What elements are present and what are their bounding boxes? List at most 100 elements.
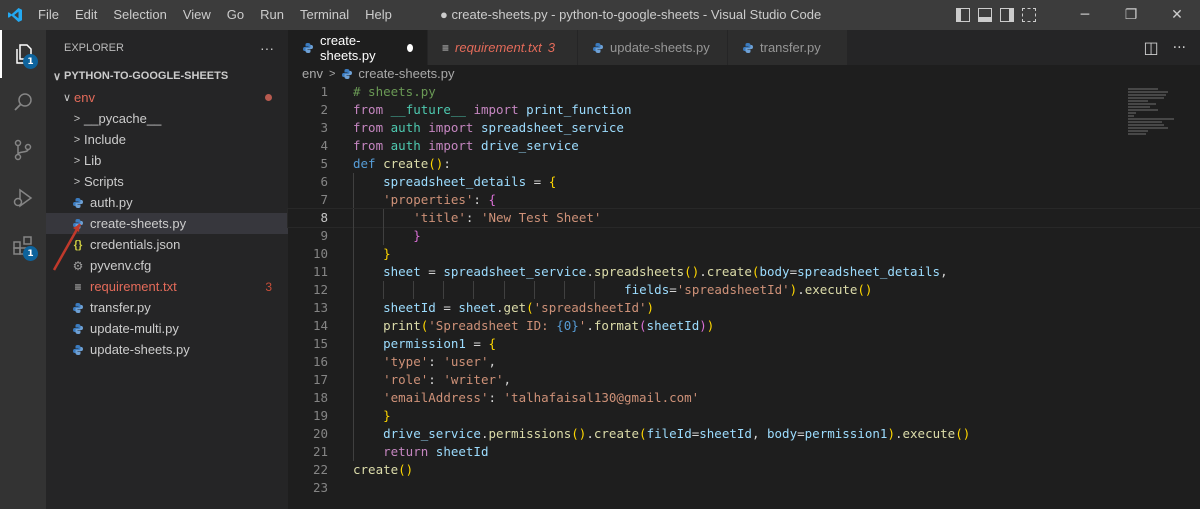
code-line[interactable]: 22 create() [288, 461, 1200, 479]
tree-item[interactable]: auth.py [46, 192, 288, 213]
tree-item[interactable]: update-multi.py [46, 318, 288, 339]
code-line[interactable]: 16 'type': 'user', [288, 353, 1200, 371]
code-line[interactable]: 1 # sheets.py [288, 83, 1200, 101]
line-number: 11 [312, 264, 328, 279]
tree-item[interactable]: > Scripts [46, 171, 288, 192]
menu-file[interactable]: File [30, 0, 67, 30]
toggle-panel-icon[interactable] [978, 8, 992, 22]
code-line[interactable]: 4 from auth import drive_service [288, 137, 1200, 155]
code-token: 'New Test Sheet' [480, 210, 602, 225]
tab-requirement-txt[interactable]: ≡ requirement.txt 3 [428, 30, 578, 65]
problems-count: 3 [265, 279, 272, 294]
code-line[interactable]: 21 return sheetId [288, 443, 1200, 461]
more-actions-icon[interactable]: ··· [1173, 40, 1186, 56]
menu-help[interactable]: Help [357, 0, 400, 30]
tree-item[interactable]: > __pycache__ [46, 108, 288, 129]
code-line[interactable]: 17 'role': 'writer', [288, 371, 1200, 389]
line-number: 7 [320, 192, 328, 207]
minimap-line [1128, 127, 1168, 129]
line-number: 3 [320, 120, 328, 135]
toggle-primary-sidebar-icon[interactable] [956, 8, 970, 22]
menu-go[interactable]: Go [219, 0, 252, 30]
toggle-secondary-sidebar-icon[interactable] [1000, 8, 1014, 22]
code-token: auth [390, 138, 421, 153]
window-title: ● create-sheets.py - python-to-google-sh… [440, 7, 822, 22]
indent-guide [353, 263, 354, 281]
tree-item[interactable]: {} credentials.json [46, 234, 288, 255]
code-line[interactable]: 14 print('Spreadsheet ID: {0}'.format(she… [288, 317, 1200, 335]
tree-item[interactable]: update-sheets.py [46, 339, 288, 360]
code-line[interactable]: 11 sheet = spreadsheet_service.spreadshee… [288, 263, 1200, 281]
code-line[interactable]: 18 'emailAddress': 'talhafaisal130@gmail.… [288, 389, 1200, 407]
workspace-section-header[interactable]: ∨ PYTHON-TO-GOOGLE-SHEETS [46, 65, 288, 87]
code-token: sheet [383, 264, 421, 279]
code-text: drive_service.permissions().create(fileI… [383, 425, 970, 443]
indent-guide [353, 407, 354, 425]
close-button[interactable]: ✕ [1154, 0, 1200, 30]
menu-view[interactable]: View [175, 0, 219, 30]
line-number: 18 [312, 390, 328, 405]
extensions-icon[interactable]: 1 [0, 222, 46, 270]
minimap-line [1128, 121, 1162, 123]
code-line[interactable]: 12 fields='spreadsheetId').execute() [288, 281, 1200, 299]
workspace-name: PYTHON-TO-GOOGLE-SHEETS [64, 70, 229, 82]
activity-bar: 1 1 [0, 30, 46, 509]
run-debug-icon[interactable] [0, 174, 46, 222]
breadcrumb-folder[interactable]: env [302, 66, 323, 81]
code-line[interactable]: 2 from __future__ import print_function [288, 101, 1200, 119]
code-editor[interactable]: 1 # sheets.py 2 from __future__ import prin… [287, 82, 1200, 509]
line-number: 22 [312, 462, 328, 477]
minimap[interactable] [1128, 88, 1178, 135]
tree-item[interactable]: > Lib [46, 150, 288, 171]
indent-guide [563, 281, 565, 299]
line-number: 10 [312, 246, 328, 261]
code-line[interactable]: 6 spreadsheet_details = { [288, 173, 1200, 191]
menu-run[interactable]: Run [252, 0, 292, 30]
code-token: = [526, 174, 549, 189]
menu-edit[interactable]: Edit [67, 0, 105, 30]
explorer-icon[interactable]: 1 [0, 30, 46, 78]
tree-item[interactable]: ⚙ pyvenv.cfg [46, 255, 288, 276]
unsaved-dot-icon[interactable] [406, 43, 413, 52]
tree-item[interactable]: transfer.py [46, 297, 288, 318]
tree-item[interactable]: ≡ requirement.txt 3 [46, 276, 288, 297]
line-number: 13 [312, 300, 328, 315]
code-token: body [759, 264, 790, 279]
code-line[interactable]: 9} [288, 227, 1200, 245]
chevron-down-icon: ∨ [52, 70, 62, 83]
code-line[interactable]: 8 'title': 'New Test Sheet' [287, 208, 1200, 228]
menu-terminal[interactable]: Terminal [292, 0, 357, 30]
code-token: sheetId [699, 426, 752, 441]
explorer-more-actions-icon[interactable]: ··· [260, 40, 274, 56]
code-line[interactable]: 7 'properties': { [288, 191, 1200, 209]
code-line[interactable]: 3 from auth import spreadsheet_service [288, 119, 1200, 137]
split-editor-icon[interactable]: ◫ [1144, 38, 1159, 57]
text-file-icon: ≡ [74, 279, 82, 294]
tab-create-sheets-py[interactable]: create-sheets.py [288, 30, 428, 65]
code-token: = [420, 264, 444, 279]
restore-button[interactable]: ❐ [1108, 0, 1154, 30]
code-line[interactable]: 5 def create(): [288, 155, 1200, 173]
breadcrumb-file[interactable]: create-sheets.py [358, 66, 454, 81]
source-control-icon[interactable] [0, 126, 46, 174]
code-line[interactable]: 19} [288, 407, 1200, 425]
code-line[interactable]: 13 sheetId = sheet.get('spreadsheetId') [288, 299, 1200, 317]
tab-update-sheets-py[interactable]: update-sheets.py [578, 30, 728, 65]
code-token: ( [639, 318, 647, 333]
code-line[interactable]: 20 drive_service.permissions().create(fil… [288, 425, 1200, 443]
minimize-button[interactable]: ─ [1062, 0, 1108, 30]
tab-transfer-py[interactable]: transfer.py [728, 30, 848, 65]
code-line[interactable]: 23 [288, 479, 1200, 497]
tree-item[interactable]: > Include [46, 129, 288, 150]
tree-item[interactable]: ∨ env [46, 87, 288, 108]
code-token: = [465, 336, 489, 351]
tree-item[interactable]: create-sheets.py [46, 213, 288, 234]
code-text: fields='spreadsheetId').execute() [624, 281, 872, 299]
search-icon[interactable] [0, 78, 46, 126]
python-icon [70, 323, 86, 335]
customize-layout-icon[interactable] [1022, 8, 1036, 22]
tree-item-label: Lib [84, 153, 102, 168]
code-line[interactable]: 10} [288, 245, 1200, 263]
code-line[interactable]: 15 permission1 = { [288, 335, 1200, 353]
menu-selection[interactable]: Selection [105, 0, 174, 30]
